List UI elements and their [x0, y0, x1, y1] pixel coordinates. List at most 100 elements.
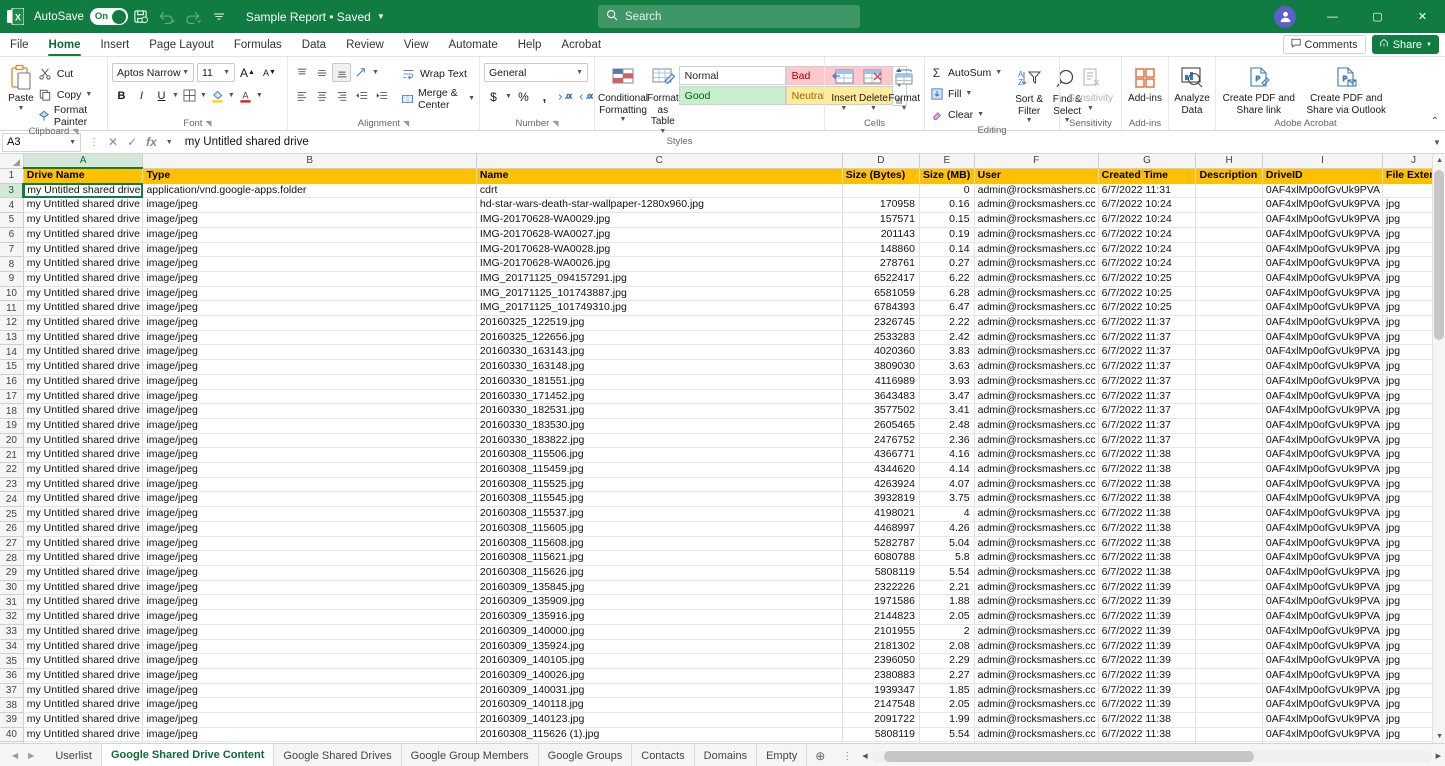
- row-header-26[interactable]: 26: [0, 521, 23, 536]
- column-header-G[interactable]: G: [1098, 154, 1196, 168]
- column-header-H[interactable]: H: [1196, 154, 1262, 168]
- cell-description[interactable]: [1196, 257, 1262, 272]
- cell-description[interactable]: [1196, 374, 1262, 389]
- row-header-38[interactable]: 38: [0, 698, 23, 713]
- cell-user[interactable]: admin@rocksmashers.cc: [974, 301, 1098, 316]
- cell-drive-name[interactable]: my Untitled shared drive: [23, 727, 143, 742]
- format-as-table-button[interactable]: Format as Table ▼: [647, 61, 679, 136]
- cell-drive-name[interactable]: my Untitled shared drive: [23, 448, 143, 463]
- tab-home[interactable]: Home: [39, 33, 91, 56]
- header-driveid[interactable]: DriveID: [1262, 168, 1382, 183]
- cell-user[interactable]: admin@rocksmashers.cc: [974, 551, 1098, 566]
- cell-size-mb[interactable]: 5.54: [919, 727, 974, 742]
- row-header-14[interactable]: 14: [0, 345, 23, 360]
- cell-drive-name[interactable]: my Untitled shared drive: [23, 492, 143, 507]
- cell-size-bytes[interactable]: 2326745: [842, 316, 919, 331]
- cell-description[interactable]: [1196, 521, 1262, 536]
- table-row[interactable]: 27my Untitled shared driveimage/jpeg2016…: [0, 536, 1445, 551]
- cell-created-time[interactable]: 6/7/2022 10:25: [1098, 286, 1196, 301]
- cell-drive-name[interactable]: my Untitled shared drive: [23, 654, 143, 669]
- cell-size-bytes[interactable]: 5282787: [842, 536, 919, 551]
- cell-user[interactable]: admin@rocksmashers.cc: [974, 492, 1098, 507]
- cell-description[interactable]: [1196, 286, 1262, 301]
- cell-created-time[interactable]: 6/7/2022 11:37: [1098, 389, 1196, 404]
- cell-size-bytes[interactable]: 2091722: [842, 713, 919, 728]
- cell-type[interactable]: image/jpeg: [143, 242, 476, 257]
- cell-driveid[interactable]: 0AF4xlMp0ofGvUk9PVA: [1262, 639, 1382, 654]
- analyze-data-button[interactable]: Analyze Data: [1173, 61, 1211, 116]
- cell-driveid[interactable]: 0AF4xlMp0ofGvUk9PVA: [1262, 668, 1382, 683]
- row-header-32[interactable]: 32: [0, 610, 23, 625]
- table-row[interactable]: 28my Untitled shared driveimage/jpeg2016…: [0, 551, 1445, 566]
- cell-created-time[interactable]: 6/7/2022 11:38: [1098, 551, 1196, 566]
- cell-size-mb[interactable]: 0.15: [919, 213, 974, 228]
- table-row[interactable]: 10my Untitled shared driveimage/jpegIMG_…: [0, 286, 1445, 301]
- row-header-23[interactable]: 23: [0, 477, 23, 492]
- cell-description[interactable]: [1196, 418, 1262, 433]
- cell-size-mb[interactable]: 2.36: [919, 433, 974, 448]
- fx-icon[interactable]: fx: [146, 135, 157, 149]
- row-header-6[interactable]: 6: [0, 227, 23, 242]
- table-row[interactable]: 15my Untitled shared driveimage/jpeg2016…: [0, 360, 1445, 375]
- format-painter-button[interactable]: Format Painter: [38, 105, 103, 126]
- cell-driveid[interactable]: 0AF4xlMp0ofGvUk9PVA: [1262, 507, 1382, 522]
- cell-user[interactable]: admin@rocksmashers.cc: [974, 374, 1098, 389]
- more-options-icon[interactable]: ⋮: [89, 137, 99, 148]
- align-middle-icon[interactable]: [312, 63, 331, 82]
- select-all-button[interactable]: [0, 154, 23, 168]
- cell-description[interactable]: [1196, 492, 1262, 507]
- cell-created-time[interactable]: 6/7/2022 11:39: [1098, 683, 1196, 698]
- cell-created-time[interactable]: 6/7/2022 11:38: [1098, 507, 1196, 522]
- cell-name[interactable]: 20160330_183822.jpg: [476, 433, 842, 448]
- cell-size-mb[interactable]: 2.48: [919, 418, 974, 433]
- cell-size-mb[interactable]: 5.04: [919, 536, 974, 551]
- cell-user[interactable]: admin@rocksmashers.cc: [974, 654, 1098, 669]
- search-input[interactable]: [625, 11, 852, 23]
- currency-button[interactable]: $: [484, 87, 503, 106]
- row-header-29[interactable]: 29: [0, 565, 23, 580]
- cell-size-bytes[interactable]: [842, 183, 919, 198]
- table-row[interactable]: 3my Untitled shared driveapplication/vnd…: [0, 183, 1445, 198]
- tab-data[interactable]: Data: [292, 33, 336, 56]
- cell-type[interactable]: image/jpeg: [143, 374, 476, 389]
- cell-created-time[interactable]: 6/7/2022 11:39: [1098, 698, 1196, 713]
- cell-name[interactable]: 20160309_140105.jpg: [476, 654, 842, 669]
- cell-driveid[interactable]: 0AF4xlMp0ofGvUk9PVA: [1262, 580, 1382, 595]
- cell-name[interactable]: IMG_20171125_094157291.jpg: [476, 271, 842, 286]
- cell-created-time[interactable]: 6/7/2022 11:37: [1098, 360, 1196, 375]
- chevron-down-icon[interactable]: ▼: [200, 92, 207, 99]
- row-header-25[interactable]: 25: [0, 507, 23, 522]
- close-button[interactable]: ✕: [1400, 0, 1445, 33]
- cell-driveid[interactable]: 0AF4xlMp0ofGvUk9PVA: [1262, 448, 1382, 463]
- column-header-D[interactable]: D: [842, 154, 919, 168]
- header-description[interactable]: Description: [1196, 168, 1262, 183]
- comments-button[interactable]: Comments: [1283, 35, 1366, 54]
- create-pdf-share-link-button[interactable]: P Create PDF and Share link: [1220, 61, 1298, 116]
- cell-name[interactable]: 20160308_115626 (1).jpg: [476, 727, 842, 742]
- table-row[interactable]: 19my Untitled shared driveimage/jpeg2016…: [0, 418, 1445, 433]
- cell-name[interactable]: 20160330_182531.jpg: [476, 404, 842, 419]
- tab-page-layout[interactable]: Page Layout: [139, 33, 224, 56]
- tab-review[interactable]: Review: [336, 33, 394, 56]
- chevron-down-icon[interactable]: ▼: [172, 92, 179, 99]
- cell-size-bytes[interactable]: 2322226: [842, 580, 919, 595]
- row-header-12[interactable]: 12: [0, 316, 23, 331]
- cell-created-time[interactable]: 6/7/2022 11:38: [1098, 492, 1196, 507]
- cell-name[interactable]: 20160309_140123.jpg: [476, 713, 842, 728]
- increase-decimal-icon[interactable]: .00: [556, 87, 575, 106]
- cell-size-mb[interactable]: 2.21: [919, 580, 974, 595]
- header-size-mb[interactable]: Size (MB): [919, 168, 974, 183]
- cell-size-bytes[interactable]: 278761: [842, 257, 919, 272]
- cell-description[interactable]: [1196, 624, 1262, 639]
- align-center-icon[interactable]: [312, 86, 331, 105]
- cell-size-bytes[interactable]: 2380883: [842, 668, 919, 683]
- cell-type[interactable]: image/jpeg: [143, 418, 476, 433]
- align-right-icon[interactable]: [332, 86, 351, 105]
- tab-acrobat[interactable]: Acrobat: [551, 33, 611, 56]
- table-row[interactable]: 6my Untitled shared driveimage/jpegIMG-2…: [0, 227, 1445, 242]
- cell-type[interactable]: image/jpeg: [143, 668, 476, 683]
- cell-drive-name[interactable]: my Untitled shared drive: [23, 213, 143, 228]
- row-header-31[interactable]: 31: [0, 595, 23, 610]
- dialog-launcher-icon[interactable]: ◥: [72, 127, 78, 136]
- cell-created-time[interactable]: 6/7/2022 11:37: [1098, 345, 1196, 360]
